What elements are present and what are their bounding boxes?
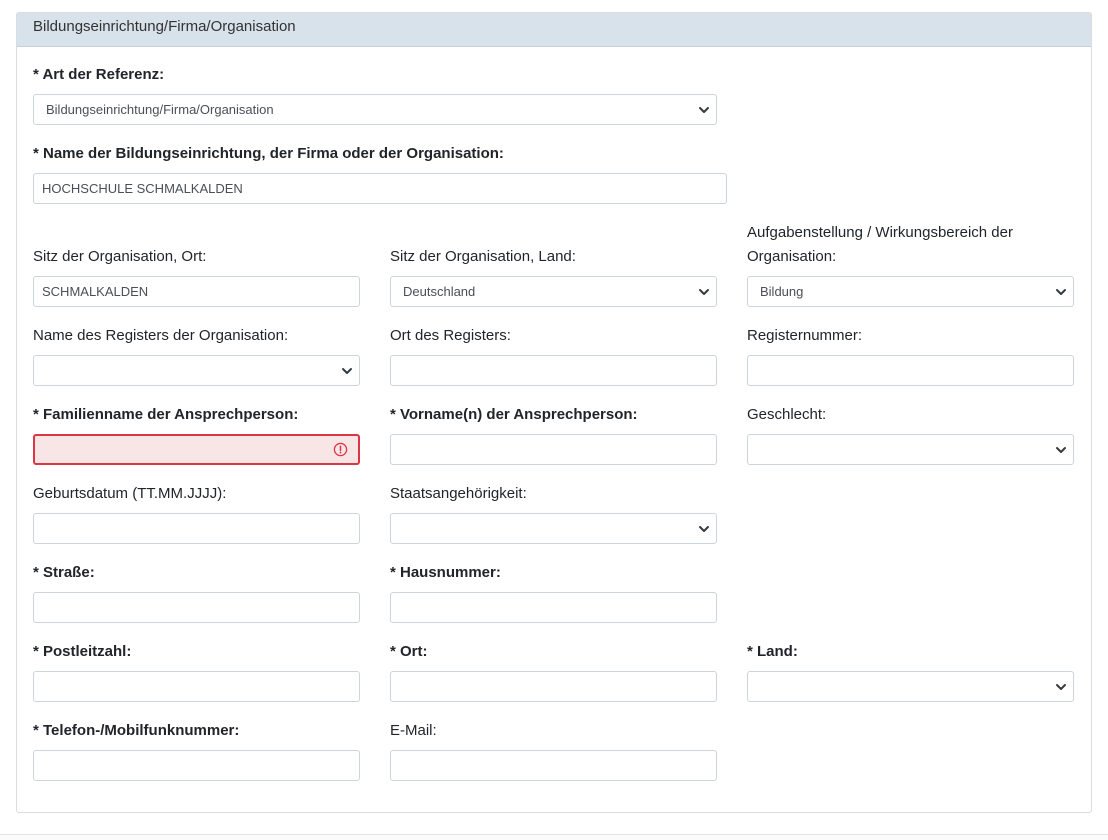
geschlecht-label: Geschlecht: xyxy=(747,406,827,423)
staatsangehoerigkeit-label: Staatsangehörigkeit: xyxy=(390,485,527,502)
geschlecht-select[interactable] xyxy=(747,434,1074,465)
ort-input[interactable] xyxy=(390,671,717,702)
email-label: E-Mail: xyxy=(390,722,437,739)
hausnummer-label: * Hausnummer: xyxy=(390,564,501,581)
page-bottom-divider xyxy=(0,834,1108,840)
art-referenz-select[interactable]: Bildungseinrichtung/Firma/Organisation xyxy=(33,94,717,125)
sitz-land-select[interactable]: Deutschland xyxy=(390,276,717,307)
chevron-down-icon xyxy=(1056,447,1066,453)
plz-label: * Postleitzahl: xyxy=(33,643,132,660)
ort-label: * Ort: xyxy=(390,643,428,660)
telefon-input[interactable] xyxy=(33,750,360,781)
vorname-input[interactable] xyxy=(390,434,717,465)
aufgabe-select[interactable]: Bildung xyxy=(747,276,1074,307)
email-input[interactable] xyxy=(390,750,717,781)
sitz-land-label: Sitz der Organisation, Land: xyxy=(390,248,576,265)
art-referenz-value: Bildungseinrichtung/Firma/Organisation xyxy=(46,102,274,117)
strasse-input[interactable] xyxy=(33,592,360,623)
chevron-down-icon xyxy=(699,107,709,113)
chevron-down-icon xyxy=(1056,289,1066,295)
telefon-label: * Telefon-/Mobilfunknummer: xyxy=(33,722,240,739)
aufgabe-label: Aufgabenstellung / Wirkungsbereich der O… xyxy=(747,224,1013,265)
strasse-label: * Straße: xyxy=(33,564,95,581)
register-name-select[interactable] xyxy=(33,355,360,386)
land-label: * Land: xyxy=(747,643,798,660)
register-ort-input[interactable] xyxy=(390,355,717,386)
chevron-down-icon xyxy=(342,368,352,374)
sitz-ort-label: Sitz der Organisation, Ort: xyxy=(33,248,207,265)
sitz-ort-input[interactable]: SCHMALKALDEN xyxy=(33,276,360,307)
familienname-label: * Familienname der Ansprechperson: xyxy=(33,406,299,423)
section-header: Bildungseinrichtung/Firma/Organisation xyxy=(17,13,1091,47)
geburtsdatum-label: Geburtsdatum (TT.MM.JJJJ): xyxy=(33,485,227,502)
plz-input[interactable] xyxy=(33,671,360,702)
chevron-down-icon xyxy=(699,289,709,295)
vorname-label: * Vorname(n) der Ansprechperson: xyxy=(390,406,638,423)
staatsangehoerigkeit-select[interactable] xyxy=(390,513,717,544)
error-circle-icon xyxy=(333,442,348,457)
aufgabe-value: Bildung xyxy=(760,284,804,299)
chevron-down-icon xyxy=(1056,684,1066,690)
art-referenz-label: * Art der Referenz: xyxy=(33,66,165,83)
land-select[interactable] xyxy=(747,671,1074,702)
registernummer-label: Registernummer: xyxy=(747,327,863,344)
chevron-down-icon xyxy=(699,526,709,532)
register-name-label: Name des Registers der Organisation: xyxy=(33,327,289,344)
name-org-label: * Name der Bildungseinrichtung, der Firm… xyxy=(33,145,504,162)
familienname-input[interactable] xyxy=(33,434,360,465)
register-ort-label: Ort des Registers: xyxy=(390,327,511,344)
registernummer-input[interactable] xyxy=(747,355,1074,386)
sitz-land-value: Deutschland xyxy=(403,284,476,299)
geburtsdatum-input[interactable] xyxy=(33,513,360,544)
name-org-input[interactable]: HOCHSCHULE SCHMALKALDEN xyxy=(33,173,727,204)
hausnummer-input[interactable] xyxy=(390,592,717,623)
